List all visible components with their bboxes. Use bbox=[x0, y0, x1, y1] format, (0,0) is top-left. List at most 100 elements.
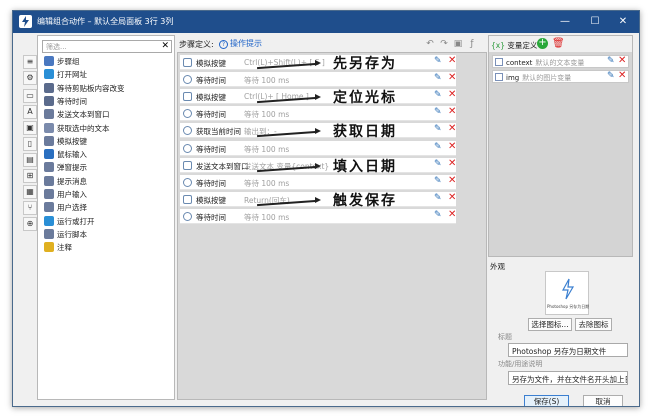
delete-step-icon[interactable]: ✕ bbox=[448, 158, 456, 169]
step-name: 发送文本到窗口 bbox=[196, 161, 249, 171]
action-label: 打开网址 bbox=[57, 70, 87, 80]
edit-step-icon[interactable]: ✎ bbox=[434, 73, 442, 83]
filter-placeholder: 筛选... bbox=[46, 43, 67, 51]
steps-panel: 模拟按键 Ctrl(L)+Shift(L)+ [ S ] ✎ ✕ 等待时间 等待 100 … bbox=[177, 52, 487, 400]
action-item[interactable]: 运行或打开 bbox=[44, 215, 95, 229]
delete-step-icon[interactable]: ✕ bbox=[448, 89, 456, 100]
action-item[interactable]: 鼠标输入 bbox=[44, 149, 87, 162]
edit-step-icon[interactable]: ✎ bbox=[434, 56, 442, 66]
redo-icon[interactable]: ↷ bbox=[439, 39, 449, 49]
action-item[interactable]: 提示消息 bbox=[44, 175, 87, 189]
edit-step-icon[interactable]: ✎ bbox=[434, 142, 442, 152]
category-tab-7[interactable]: ⊞ bbox=[23, 169, 37, 183]
edit-step-icon[interactable]: ✎ bbox=[434, 124, 442, 134]
action-icon bbox=[44, 242, 54, 253]
action-item[interactable]: 等待剪贴板内容改变 bbox=[44, 82, 125, 96]
category-tab-1[interactable]: ⚙ bbox=[23, 71, 37, 85]
step-name: 等待时间 bbox=[196, 212, 226, 222]
action-icon bbox=[44, 162, 54, 173]
edit-step-icon[interactable]: ✎ bbox=[434, 193, 442, 203]
delete-step-icon[interactable]: ✕ bbox=[448, 209, 456, 220]
delete-step-icon[interactable]: ✕ bbox=[448, 192, 456, 203]
undo-icon[interactable]: ↶ bbox=[425, 39, 435, 49]
filter-input[interactable]: 筛选... ✕ bbox=[42, 40, 172, 53]
title-bar[interactable]: 编辑组合动作 – 默认全局面板 3行 3列 — ☐ ✕ bbox=[13, 11, 639, 33]
variables-panel: {x} 变量定义 + 🗑 context 默认的文本变量 ✎ ✕ img 默认的图片变量 ✎… bbox=[488, 35, 633, 257]
category-tab-9[interactable]: ⑂ bbox=[23, 201, 37, 215]
category-tab-6[interactable]: ▤ bbox=[23, 153, 37, 167]
annotation-arrow-head bbox=[315, 196, 321, 203]
window-title: 编辑组合动作 – 默认全局面板 3行 3列 bbox=[37, 17, 174, 26]
add-variable-icon[interactable]: + bbox=[537, 38, 548, 49]
action-item[interactable]: 获取选中的文本 bbox=[44, 122, 110, 136]
title-input[interactable]: Photoshop 另存为日期文件 bbox=[508, 343, 628, 357]
action-item[interactable]: 用户输入 bbox=[44, 189, 87, 202]
action-item[interactable]: 步骤组 bbox=[44, 56, 80, 69]
action-label: 等待时间 bbox=[57, 96, 87, 106]
annotation-label: 先另存为 bbox=[333, 56, 397, 72]
edit-variable-icon[interactable]: ✎ bbox=[607, 71, 615, 81]
category-tab-2[interactable]: ▭ bbox=[23, 89, 37, 103]
category-tab-0[interactable]: ≡ bbox=[23, 55, 37, 69]
action-label: 注释 bbox=[57, 243, 72, 253]
step-row[interactable]: 等待时间 等待 100 ms ✎ ✕ bbox=[180, 174, 456, 190]
action-item[interactable]: 用户选择 bbox=[44, 202, 87, 215]
action-icon bbox=[44, 69, 54, 80]
keyboard-icon bbox=[183, 58, 192, 67]
action-item[interactable]: 打开网址 bbox=[44, 69, 87, 82]
action-icon bbox=[44, 189, 54, 199]
remove-icon-button[interactable]: 去除图标 bbox=[575, 318, 612, 331]
action-icon bbox=[44, 122, 54, 133]
operation-hint-link[interactable]: ? 操作提示 bbox=[219, 38, 262, 49]
delete-step-icon[interactable]: ✕ bbox=[448, 72, 456, 83]
category-tab-4[interactable]: ▣ bbox=[23, 121, 37, 135]
edit-step-icon[interactable]: ✎ bbox=[434, 176, 442, 186]
action-item[interactable]: 发送文本到窗口 bbox=[44, 109, 110, 122]
minimize-button[interactable]: — bbox=[551, 11, 579, 33]
delete-step-icon[interactable]: ✕ bbox=[448, 175, 456, 186]
variable-row[interactable]: context 默认的文本变量 ✎ ✕ bbox=[492, 55, 629, 68]
action-item[interactable]: 运行脚本 bbox=[44, 228, 87, 242]
step-row[interactable]: 等待时间 等待 100 ms ✎ ✕ bbox=[180, 208, 456, 224]
category-tab-8[interactable]: ▦ bbox=[23, 185, 37, 199]
step-row[interactable]: 等待时间 等待 100 ms ✎ ✕ bbox=[180, 106, 456, 122]
category-tab-5[interactable]: ▯ bbox=[23, 137, 37, 151]
delete-step-icon[interactable]: ✕ bbox=[448, 123, 456, 134]
variable-insert-icon[interactable]: ƒ bbox=[467, 39, 477, 49]
delete-step-icon[interactable]: ✕ bbox=[448, 55, 456, 66]
description-input[interactable]: 另存为文件，并在文件名开头加上日期 bbox=[508, 371, 628, 385]
step-row[interactable]: 等待时间 等待 100 ms ✎ ✕ bbox=[180, 72, 456, 88]
clear-filter-icon[interactable]: ✕ bbox=[161, 41, 169, 51]
step-name: 获取当前时间 bbox=[196, 127, 241, 137]
cancel-button[interactable]: 取消 bbox=[583, 395, 623, 406]
save-steps-icon[interactable]: ▣ bbox=[453, 39, 463, 49]
step-name: 等待时间 bbox=[196, 110, 226, 120]
edit-step-icon[interactable]: ✎ bbox=[434, 90, 442, 100]
delete-variable-icon[interactable]: 🗑 bbox=[552, 38, 565, 49]
clock-icon bbox=[183, 211, 192, 221]
edit-variable-icon[interactable]: ✎ bbox=[607, 56, 615, 66]
edit-step-icon[interactable]: ✎ bbox=[434, 210, 442, 220]
step-row[interactable]: 等待时间 等待 100 ms ✎ ✕ bbox=[180, 140, 456, 156]
delete-variable-row-icon[interactable]: ✕ bbox=[618, 70, 626, 81]
category-tab-3[interactable]: A bbox=[23, 105, 37, 119]
select-icon-button[interactable]: 选择图标... bbox=[528, 318, 572, 331]
action-item[interactable]: 模拟按键 bbox=[44, 135, 87, 149]
action-item[interactable]: 等待时间 bbox=[44, 95, 87, 109]
action-label: 模拟按键 bbox=[57, 136, 87, 146]
close-button[interactable]: ✕ bbox=[609, 11, 637, 33]
step-name: 等待时间 bbox=[196, 76, 226, 86]
delete-step-icon[interactable]: ✕ bbox=[448, 141, 456, 152]
delete-variable-row-icon[interactable]: ✕ bbox=[618, 55, 626, 66]
variable-row[interactable]: img 默认的图片变量 ✎ ✕ bbox=[492, 70, 629, 83]
action-item[interactable]: 弹窗提示 bbox=[44, 162, 87, 175]
save-button[interactable]: 保存(S) bbox=[524, 395, 569, 406]
category-tab-10[interactable]: ⊕ bbox=[23, 217, 37, 231]
edit-step-icon[interactable]: ✎ bbox=[434, 159, 442, 169]
action-icon bbox=[44, 135, 54, 146]
delete-step-icon[interactable]: ✕ bbox=[448, 106, 456, 117]
action-item[interactable]: 注释 bbox=[44, 242, 72, 255]
maximize-button[interactable]: ☐ bbox=[581, 11, 609, 33]
clock-icon bbox=[183, 75, 192, 85]
edit-step-icon[interactable]: ✎ bbox=[434, 107, 442, 117]
